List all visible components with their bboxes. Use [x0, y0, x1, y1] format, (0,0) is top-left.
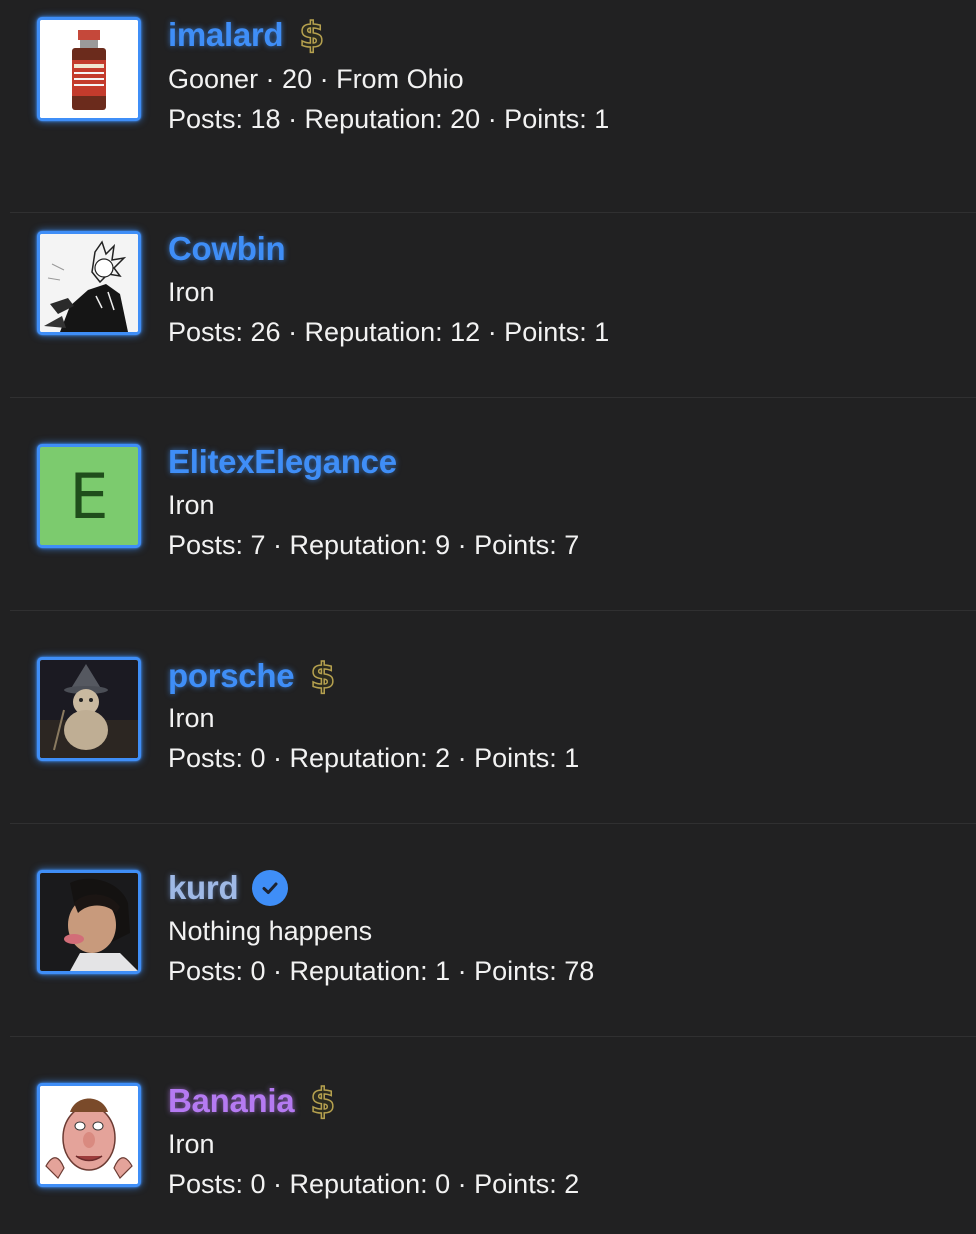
- member-stats: Posts: 7 · Reputation: 9 · Points: 7: [168, 530, 580, 560]
- username-link[interactable]: ElitexElegance: [168, 443, 397, 481]
- member-row: Banania $ Iron Posts: 0 · Reputation: 0 …: [10, 1037, 976, 1234]
- member-stats: Posts: 26 · Reputation: 12 · Points: 1: [168, 317, 610, 347]
- avatar[interactable]: [37, 657, 141, 761]
- member-row: kurd Nothing happens Posts: 0 · Reputati…: [10, 824, 976, 1037]
- member-subtitle: Iron: [168, 277, 215, 307]
- member-subtitle: Iron: [168, 1129, 215, 1159]
- username-link[interactable]: kurd: [168, 869, 239, 907]
- username-link[interactable]: Banania: [168, 1082, 295, 1120]
- member-subtitle: Iron: [168, 490, 215, 520]
- vial-image: [40, 20, 138, 118]
- verified-check-icon: [252, 870, 289, 906]
- name-row: porsche $: [168, 655, 337, 698]
- avatar[interactable]: E: [37, 444, 141, 548]
- name-row: Cowbin: [168, 229, 286, 269]
- avatar[interactable]: [37, 1083, 141, 1187]
- avatar[interactable]: [37, 17, 141, 121]
- avatar[interactable]: [37, 870, 141, 974]
- name-row: ElitexElegance: [168, 442, 397, 482]
- member-stats: Posts: 0 · Reputation: 1 · Points: 78: [168, 956, 595, 986]
- dollar-icon: $: [310, 655, 337, 698]
- member-list: imalard $ Gooner · 20 · From Ohio Posts:…: [0, 0, 976, 1234]
- member-row: porsche $ Iron Posts: 0 · Reputation: 2 …: [10, 611, 976, 824]
- member-stats: Posts: 0 · Reputation: 2 · Points: 1: [168, 743, 580, 773]
- wizard-snowman-image: [40, 660, 138, 758]
- username-link[interactable]: porsche: [168, 657, 295, 695]
- member-stats: Posts: 18 · Reputation: 20 · Points: 1: [168, 104, 610, 134]
- dollar-icon: $: [310, 1080, 337, 1123]
- member-stats: Posts: 0 · Reputation: 0 · Points: 2: [168, 1169, 580, 1199]
- member-subtitle: Nothing happens: [168, 916, 373, 946]
- username-link[interactable]: Cowbin: [168, 230, 286, 268]
- member-row: imalard $ Gooner · 20 · From Ohio Posts:…: [10, 0, 976, 213]
- avatar[interactable]: [37, 231, 141, 335]
- member-row: Cowbin Iron Posts: 26 · Reputation: 12 ·…: [10, 185, 976, 398]
- name-row: Banania $: [168, 1080, 337, 1123]
- name-row: imalard $: [168, 14, 326, 57]
- member-row: E ElitexElegance Iron Posts: 7 · Reputat…: [10, 398, 976, 611]
- dollar-icon: $: [299, 14, 326, 57]
- cartoon-face-image: [40, 1086, 138, 1184]
- member-subtitle: Gooner · 20 · From Ohio: [168, 64, 464, 94]
- name-row: kurd: [168, 868, 289, 908]
- member-subtitle: Iron: [168, 703, 215, 733]
- person-photo-image: [40, 873, 138, 971]
- username-link[interactable]: imalard: [168, 16, 284, 54]
- manga-sketch-image: [40, 234, 138, 332]
